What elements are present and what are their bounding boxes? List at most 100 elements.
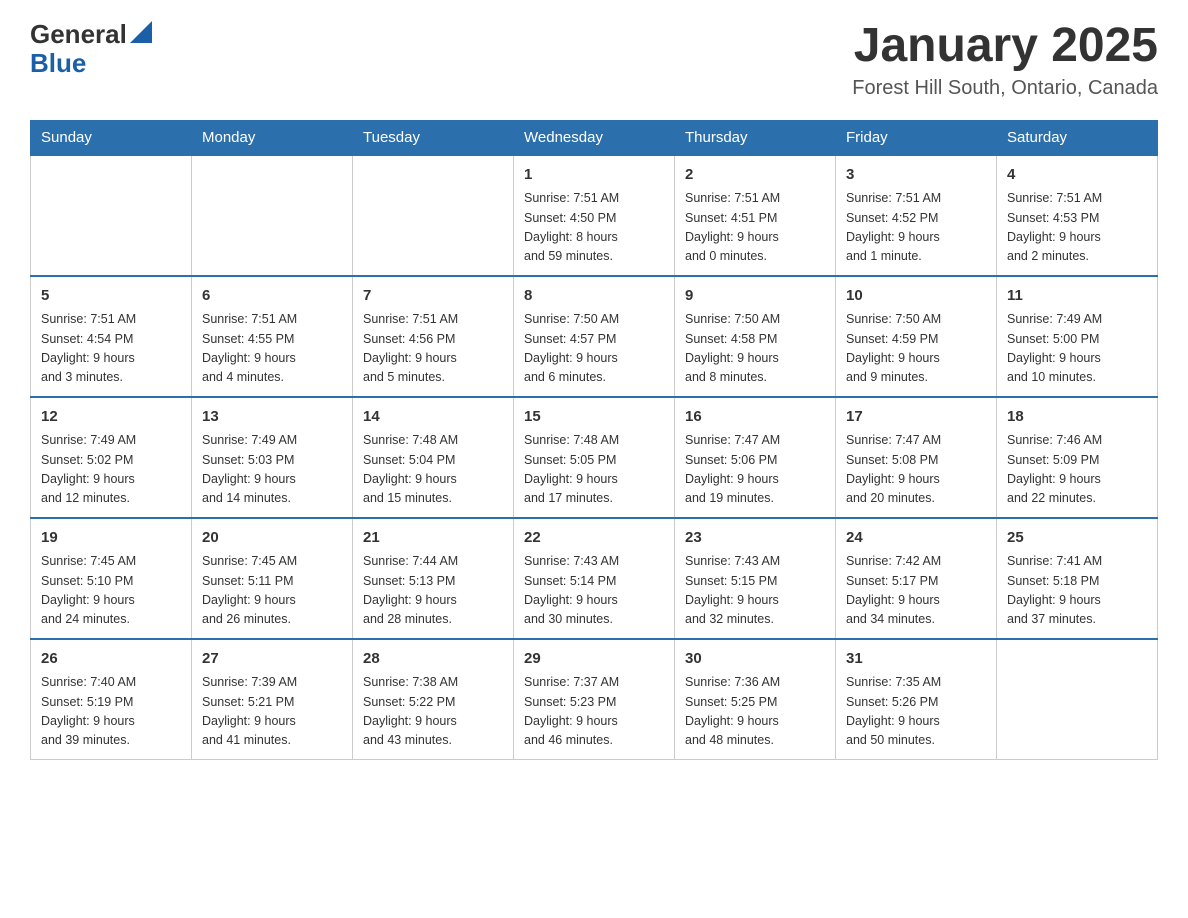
- day-number: 7: [363, 285, 503, 308]
- logo-arrow-icon: [130, 21, 152, 43]
- logo: General Blue: [30, 20, 152, 77]
- title-area: January 2025 Forest Hill South, Ontario,…: [852, 20, 1158, 100]
- header-row: Sunday Monday Tuesday Wednesday Thursday…: [31, 120, 1158, 155]
- day-number: 23: [685, 527, 825, 550]
- day-info: Sunrise: 7:41 AM Sunset: 5:18 PM Dayligh…: [1007, 552, 1147, 630]
- calendar-cell: 27Sunrise: 7:39 AM Sunset: 5:21 PM Dayli…: [192, 639, 353, 760]
- day-info: Sunrise: 7:43 AM Sunset: 5:14 PM Dayligh…: [524, 552, 664, 630]
- calendar-cell: 19Sunrise: 7:45 AM Sunset: 5:10 PM Dayli…: [31, 518, 192, 639]
- calendar-cell: 22Sunrise: 7:43 AM Sunset: 5:14 PM Dayli…: [514, 518, 675, 639]
- day-info: Sunrise: 7:50 AM Sunset: 4:57 PM Dayligh…: [524, 310, 664, 388]
- day-number: 2: [685, 164, 825, 187]
- week-row-1: 1Sunrise: 7:51 AM Sunset: 4:50 PM Daylig…: [31, 155, 1158, 276]
- calendar-cell: [997, 639, 1158, 760]
- day-info: Sunrise: 7:49 AM Sunset: 5:00 PM Dayligh…: [1007, 310, 1147, 388]
- day-number: 1: [524, 164, 664, 187]
- day-info: Sunrise: 7:45 AM Sunset: 5:11 PM Dayligh…: [202, 552, 342, 630]
- day-number: 24: [846, 527, 986, 550]
- col-saturday: Saturday: [997, 120, 1158, 155]
- day-number: 25: [1007, 527, 1147, 550]
- calendar-cell: 16Sunrise: 7:47 AM Sunset: 5:06 PM Dayli…: [675, 397, 836, 518]
- day-number: 29: [524, 648, 664, 671]
- col-tuesday: Tuesday: [353, 120, 514, 155]
- day-info: Sunrise: 7:49 AM Sunset: 5:03 PM Dayligh…: [202, 431, 342, 509]
- calendar-cell: 10Sunrise: 7:50 AM Sunset: 4:59 PM Dayli…: [836, 276, 997, 397]
- day-info: Sunrise: 7:43 AM Sunset: 5:15 PM Dayligh…: [685, 552, 825, 630]
- day-number: 20: [202, 527, 342, 550]
- calendar-cell: 29Sunrise: 7:37 AM Sunset: 5:23 PM Dayli…: [514, 639, 675, 760]
- day-number: 19: [41, 527, 181, 550]
- month-title: January 2025: [852, 20, 1158, 73]
- calendar-cell: 15Sunrise: 7:48 AM Sunset: 5:05 PM Dayli…: [514, 397, 675, 518]
- day-number: 5: [41, 285, 181, 308]
- calendar-cell: 28Sunrise: 7:38 AM Sunset: 5:22 PM Dayli…: [353, 639, 514, 760]
- day-number: 16: [685, 406, 825, 429]
- calendar-cell: 3Sunrise: 7:51 AM Sunset: 4:52 PM Daylig…: [836, 155, 997, 276]
- logo-blue-text: Blue: [30, 48, 86, 78]
- col-wednesday: Wednesday: [514, 120, 675, 155]
- day-info: Sunrise: 7:49 AM Sunset: 5:02 PM Dayligh…: [41, 431, 181, 509]
- calendar-cell: 31Sunrise: 7:35 AM Sunset: 5:26 PM Dayli…: [836, 639, 997, 760]
- logo-general-text: General: [30, 20, 127, 49]
- header: General Blue January 2025 Forest Hill So…: [30, 20, 1158, 100]
- day-number: 8: [524, 285, 664, 308]
- calendar-cell: 13Sunrise: 7:49 AM Sunset: 5:03 PM Dayli…: [192, 397, 353, 518]
- calendar-cell: 17Sunrise: 7:47 AM Sunset: 5:08 PM Dayli…: [836, 397, 997, 518]
- day-info: Sunrise: 7:36 AM Sunset: 5:25 PM Dayligh…: [685, 673, 825, 751]
- day-number: 13: [202, 406, 342, 429]
- calendar-header: Sunday Monday Tuesday Wednesday Thursday…: [31, 120, 1158, 155]
- day-info: Sunrise: 7:42 AM Sunset: 5:17 PM Dayligh…: [846, 552, 986, 630]
- day-info: Sunrise: 7:45 AM Sunset: 5:10 PM Dayligh…: [41, 552, 181, 630]
- day-number: 12: [41, 406, 181, 429]
- calendar-table: Sunday Monday Tuesday Wednesday Thursday…: [30, 120, 1158, 760]
- col-thursday: Thursday: [675, 120, 836, 155]
- calendar-cell: 21Sunrise: 7:44 AM Sunset: 5:13 PM Dayli…: [353, 518, 514, 639]
- calendar-cell: 4Sunrise: 7:51 AM Sunset: 4:53 PM Daylig…: [997, 155, 1158, 276]
- calendar-cell: 20Sunrise: 7:45 AM Sunset: 5:11 PM Dayli…: [192, 518, 353, 639]
- day-info: Sunrise: 7:46 AM Sunset: 5:09 PM Dayligh…: [1007, 431, 1147, 509]
- day-info: Sunrise: 7:39 AM Sunset: 5:21 PM Dayligh…: [202, 673, 342, 751]
- calendar-cell: 12Sunrise: 7:49 AM Sunset: 5:02 PM Dayli…: [31, 397, 192, 518]
- day-number: 26: [41, 648, 181, 671]
- day-number: 30: [685, 648, 825, 671]
- week-row-2: 5Sunrise: 7:51 AM Sunset: 4:54 PM Daylig…: [31, 276, 1158, 397]
- day-info: Sunrise: 7:51 AM Sunset: 4:53 PM Dayligh…: [1007, 189, 1147, 267]
- day-number: 10: [846, 285, 986, 308]
- col-friday: Friday: [836, 120, 997, 155]
- week-row-4: 19Sunrise: 7:45 AM Sunset: 5:10 PM Dayli…: [31, 518, 1158, 639]
- calendar-cell: 5Sunrise: 7:51 AM Sunset: 4:54 PM Daylig…: [31, 276, 192, 397]
- day-info: Sunrise: 7:47 AM Sunset: 5:06 PM Dayligh…: [685, 431, 825, 509]
- day-number: 22: [524, 527, 664, 550]
- calendar-cell: [192, 155, 353, 276]
- day-info: Sunrise: 7:38 AM Sunset: 5:22 PM Dayligh…: [363, 673, 503, 751]
- day-info: Sunrise: 7:37 AM Sunset: 5:23 PM Dayligh…: [524, 673, 664, 751]
- day-number: 3: [846, 164, 986, 187]
- day-info: Sunrise: 7:48 AM Sunset: 5:05 PM Dayligh…: [524, 431, 664, 509]
- day-number: 18: [1007, 406, 1147, 429]
- day-number: 28: [363, 648, 503, 671]
- calendar-cell: 1Sunrise: 7:51 AM Sunset: 4:50 PM Daylig…: [514, 155, 675, 276]
- day-info: Sunrise: 7:35 AM Sunset: 5:26 PM Dayligh…: [846, 673, 986, 751]
- calendar-cell: 30Sunrise: 7:36 AM Sunset: 5:25 PM Dayli…: [675, 639, 836, 760]
- calendar-cell: 7Sunrise: 7:51 AM Sunset: 4:56 PM Daylig…: [353, 276, 514, 397]
- calendar-cell: 6Sunrise: 7:51 AM Sunset: 4:55 PM Daylig…: [192, 276, 353, 397]
- day-info: Sunrise: 7:51 AM Sunset: 4:56 PM Dayligh…: [363, 310, 503, 388]
- calendar-cell: 25Sunrise: 7:41 AM Sunset: 5:18 PM Dayli…: [997, 518, 1158, 639]
- col-monday: Monday: [192, 120, 353, 155]
- day-number: 14: [363, 406, 503, 429]
- col-sunday: Sunday: [31, 120, 192, 155]
- calendar-cell: 24Sunrise: 7:42 AM Sunset: 5:17 PM Dayli…: [836, 518, 997, 639]
- day-info: Sunrise: 7:50 AM Sunset: 4:59 PM Dayligh…: [846, 310, 986, 388]
- day-number: 4: [1007, 164, 1147, 187]
- day-number: 11: [1007, 285, 1147, 308]
- day-number: 17: [846, 406, 986, 429]
- day-info: Sunrise: 7:40 AM Sunset: 5:19 PM Dayligh…: [41, 673, 181, 751]
- day-info: Sunrise: 7:51 AM Sunset: 4:52 PM Dayligh…: [846, 189, 986, 267]
- calendar-cell: 18Sunrise: 7:46 AM Sunset: 5:09 PM Dayli…: [997, 397, 1158, 518]
- week-row-3: 12Sunrise: 7:49 AM Sunset: 5:02 PM Dayli…: [31, 397, 1158, 518]
- day-number: 9: [685, 285, 825, 308]
- day-number: 21: [363, 527, 503, 550]
- day-number: 31: [846, 648, 986, 671]
- day-info: Sunrise: 7:51 AM Sunset: 4:54 PM Dayligh…: [41, 310, 181, 388]
- calendar-cell: 8Sunrise: 7:50 AM Sunset: 4:57 PM Daylig…: [514, 276, 675, 397]
